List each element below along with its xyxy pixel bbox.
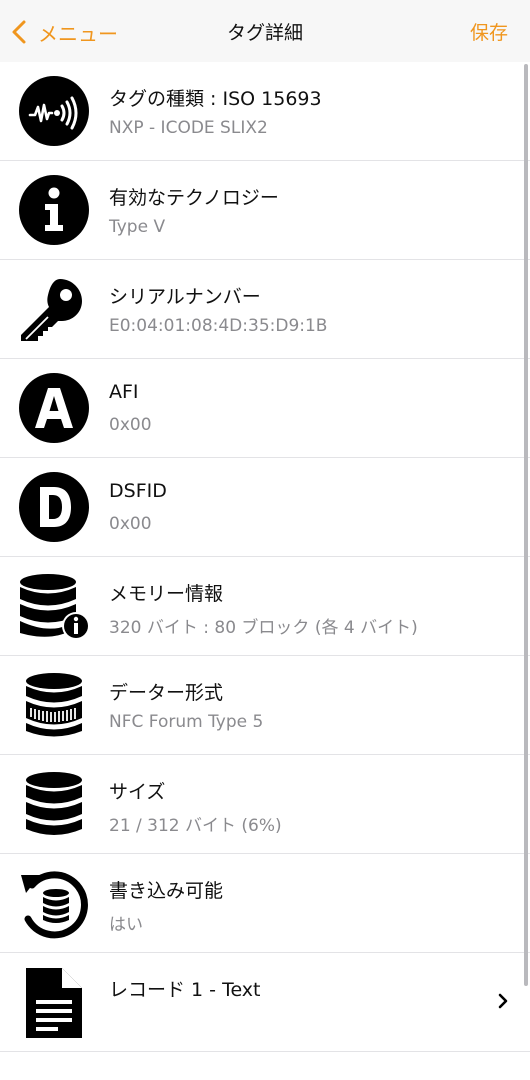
serial-number-row: シリアルナンバー E0:04:01:08:4D:35:D9:1B [0, 260, 530, 359]
scrollbar[interactable] [524, 64, 528, 986]
tag-type-row: タグの種類 : ISO 15693 NXP - ICODE SLIX2 [0, 62, 530, 161]
size-row: サイズ 21 / 312 バイト (6%) [0, 755, 530, 854]
memory-info-row: メモリー情報 320 バイト : 80 ブロック (各 4 バイト) [0, 557, 530, 656]
row-title: サイズ [109, 781, 166, 803]
writable-row: 書き込み可能 はい [0, 854, 530, 953]
row-value: Type V [109, 217, 166, 237]
row-title: メモリー情報 [109, 583, 224, 605]
row-title: データー形式 [109, 682, 224, 704]
nfc-signal-icon [18, 75, 90, 147]
afi-row: AFI 0x00 [0, 359, 530, 458]
row-title: AFI [109, 381, 139, 403]
chevron-right-icon [498, 993, 508, 1009]
tag-detail-list: タグの種類 : ISO 15693 NXP - ICODE SLIX2 有効なテ… [0, 62, 530, 1052]
row-title: レコード 1 - Text [109, 979, 261, 1001]
row-value: 0x00 [109, 514, 152, 534]
row-title: 書き込み可能 [109, 880, 224, 902]
database-icon [18, 768, 90, 840]
row-title: シリアルナンバー [109, 286, 261, 308]
row-title: タグの種類 : ISO 15693 [109, 88, 322, 110]
row-title: 有効なテクノロジー [109, 187, 279, 209]
row-value: 0x00 [109, 415, 152, 435]
key-icon [18, 273, 90, 345]
database-info-icon [18, 570, 90, 642]
letter-d-icon [18, 471, 90, 543]
row-title: DSFID [109, 480, 167, 502]
dsfid-row: DSFID 0x00 [0, 458, 530, 557]
database-rewrite-icon [18, 867, 90, 939]
row-value: 21 / 312 バイト (6%) [109, 816, 282, 836]
row-value: 320 バイト : 80 ブロック (各 4 バイト) [109, 618, 418, 638]
row-value: E0:04:01:08:4D:35:D9:1B [109, 316, 328, 336]
navigation-bar: メニュー タグ詳細 保存 [0, 0, 530, 62]
technology-row: 有効なテクノロジー Type V [0, 161, 530, 260]
row-value: NFC Forum Type 5 [109, 712, 264, 732]
save-button[interactable]: 保存 [470, 18, 508, 45]
row-value: はい [109, 915, 143, 935]
letter-a-icon [18, 372, 90, 444]
row-value: NXP - ICODE SLIX2 [109, 118, 268, 138]
record-row[interactable]: レコード 1 - Text [0, 953, 530, 1052]
data-format-row: データー形式 NFC Forum Type 5 [0, 656, 530, 755]
database-format-icon [18, 669, 90, 741]
info-icon [18, 174, 90, 246]
page-title: タグ詳細 [226, 22, 303, 44]
document-icon [18, 966, 90, 1038]
